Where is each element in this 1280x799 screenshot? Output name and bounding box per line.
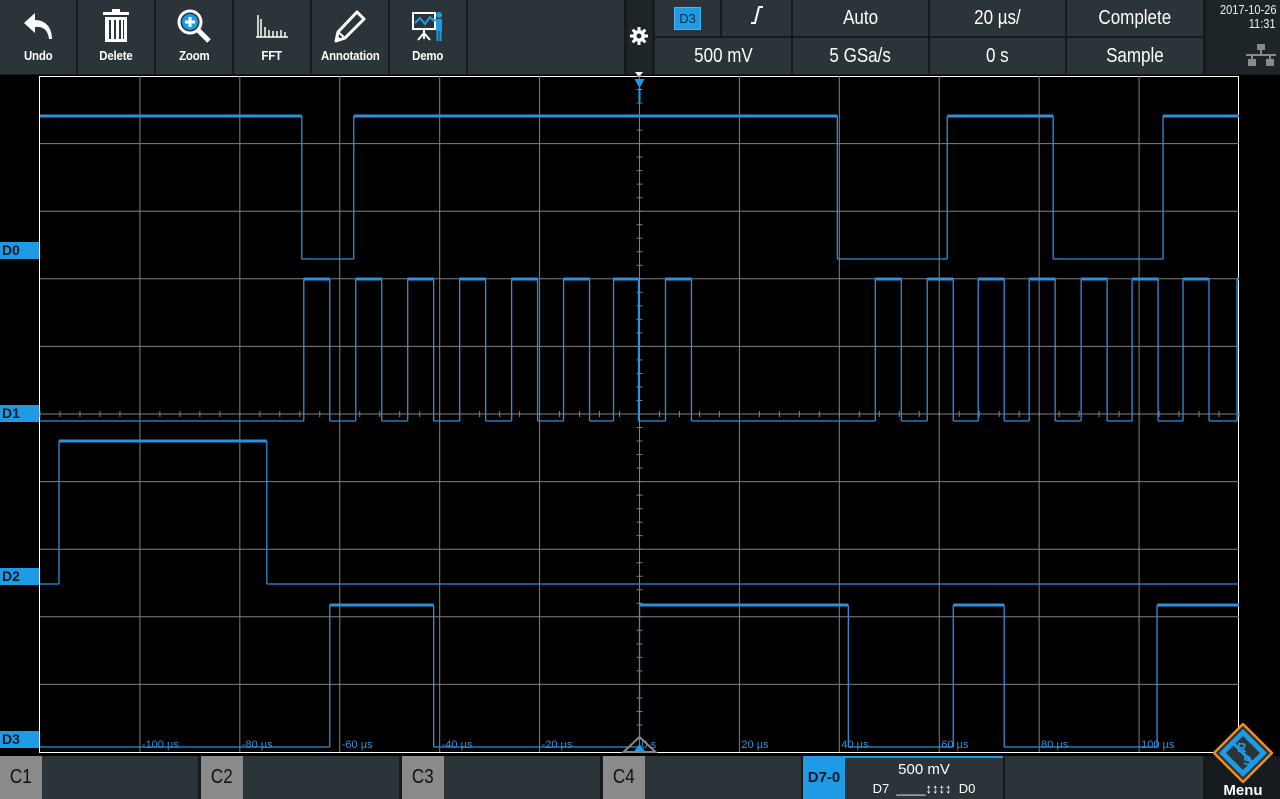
digital-bit-pattern: D7 ____↕↕↕↕ D0: [872, 781, 976, 796]
channel-c4-button[interactable]: C4: [603, 756, 801, 799]
digital-scale: 500 mV: [898, 761, 950, 778]
time-axis-label: -60 µs: [342, 739, 373, 751]
channel-c3-button[interactable]: C3: [402, 756, 600, 799]
empty-slot: [1005, 756, 1203, 799]
channel-label-d1[interactable]: D1: [0, 405, 39, 422]
trigger-position-marker: [634, 79, 645, 88]
channel-c2-button[interactable]: C2: [201, 756, 399, 799]
channel-label-d2[interactable]: D2: [0, 568, 39, 585]
channel-bar: C1 C2 C3 C4 D7-0 500 mV D7 ____↕↕↕↕ D0: [0, 756, 1280, 799]
digital-channel-button[interactable]: D7-0 500 mV D7 ____↕↕↕↕ D0: [803, 756, 1003, 799]
rohde-schwarz-logo-icon: RS: [1212, 722, 1274, 788]
channel-c1-button[interactable]: C1: [0, 756, 198, 799]
svg-text:S: S: [1243, 753, 1252, 768]
time-axis-label: 40 µs: [841, 739, 869, 751]
time-axis-label: -80 µs: [242, 739, 273, 751]
waveform-canvas: -100 µs -80 µs -60 µs -40 µs -20 µs 0 s 20 µs 4…: [39, 75, 1240, 753]
channel-label-d0[interactable]: D0: [0, 242, 39, 259]
time-axis-label: -20 µs: [542, 739, 573, 751]
time-axis-label: 20 µs: [741, 739, 769, 751]
time-axis-label: 80 µs: [1041, 739, 1069, 751]
time-axis-label: -100 µs: [142, 739, 179, 751]
time-axis-label: 60 µs: [941, 739, 969, 751]
channel-label-d3[interactable]: D3: [0, 731, 39, 748]
menu-button[interactable]: RS Menu: [1206, 720, 1280, 799]
time-axis-label: 100 µs: [1141, 739, 1175, 751]
time-axis-label: -40 µs: [442, 739, 473, 751]
